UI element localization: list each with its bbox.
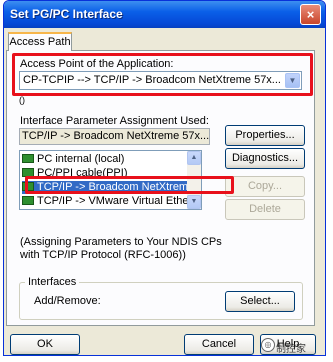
watermark-icon: ◎ [261, 338, 275, 352]
interfaces-group-label: Interfaces [25, 276, 80, 288]
scroll-up-icon[interactable]: ▲ [187, 151, 201, 165]
select-button[interactable]: Select... [225, 291, 295, 312]
access-point-note: () [19, 95, 25, 105]
interface-param-value: TCP/IP -> Broadcom NetXtreme 57x... [22, 130, 210, 142]
info-text-line1: (Assigning Parameters to Your NDIS CPs [20, 236, 222, 248]
network-adapter-icon [22, 182, 34, 191]
access-point-dropdown[interactable]: CP-TCPIP --> TCP/IP -> Broadcom NetXtrem… [19, 71, 302, 90]
delete-button[interactable]: Delete [225, 199, 305, 220]
network-adapter-icon [22, 154, 34, 163]
access-point-value: CP-TCPIP --> TCP/IP -> Broadcom NetXtrem… [23, 74, 281, 86]
list-scrollbar[interactable]: ▲ ▼ [187, 151, 201, 209]
watermark-text: 制控家 [276, 344, 306, 355]
list-item[interactable]: PC/PPI cable(PPI) [22, 167, 188, 180]
chevron-down-icon[interactable]: ▼ [285, 73, 300, 88]
close-button[interactable]: × [300, 4, 321, 25]
copy-button[interactable]: Copy... [225, 176, 305, 197]
network-adapter-icon [22, 168, 34, 177]
list-item-selected[interactable]: TCP/IP -> Broadcom NetXtreme 57... [22, 181, 201, 194]
interface-param-list[interactable]: PC internal (local) PC/PPI cable(PPI) TC… [19, 150, 202, 210]
diagnostics-button[interactable]: Diagnostics... [225, 148, 305, 169]
list-item[interactable]: PC internal (local) [22, 153, 188, 166]
title-bar[interactable]: Set PG/PC Interface × [4, 1, 325, 28]
access-point-label: Access Point of the Application: [20, 58, 174, 70]
interface-param-field: TCP/IP -> Broadcom NetXtreme 57x... [19, 128, 210, 145]
scroll-down-icon[interactable]: ▼ [187, 195, 201, 209]
network-adapter-icon [22, 196, 34, 205]
interface-param-label: Interface Parameter Assignment Used: [20, 115, 209, 127]
list-item[interactable]: TCP/IP -> VMware Virtual Etheme... [22, 195, 201, 208]
add-remove-label: Add/Remove: [34, 295, 101, 307]
info-text-line2: with TCP/IP Protocol (RFC-1006)) [20, 249, 186, 261]
tab-access-path[interactable]: Access Path [8, 32, 72, 51]
cancel-button[interactable]: Cancel [184, 334, 254, 355]
window-title: Set PG/PC Interface [10, 7, 123, 21]
properties-button[interactable]: Properties... [225, 125, 305, 146]
ok-button[interactable]: OK [10, 334, 80, 355]
